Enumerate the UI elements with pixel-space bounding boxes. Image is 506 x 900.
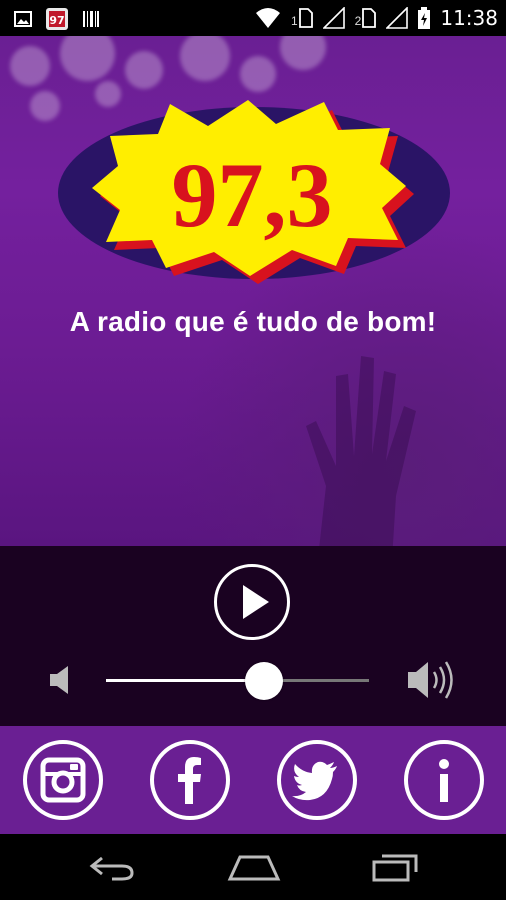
speaker-loud-icon[interactable] bbox=[406, 658, 458, 702]
volume-slider-thumb[interactable] bbox=[244, 662, 283, 700]
bokeh-light bbox=[240, 56, 276, 92]
battery-icon bbox=[418, 7, 431, 29]
raised-hand-silhouette bbox=[306, 356, 416, 546]
bokeh-light bbox=[280, 36, 326, 70]
volume-slider-track[interactable] bbox=[106, 679, 369, 682]
home-icon[interactable] bbox=[226, 852, 282, 882]
svg-text:97: 97 bbox=[49, 14, 64, 27]
sim2-label: 2 bbox=[354, 14, 362, 28]
sim1-icon bbox=[298, 8, 313, 28]
bokeh-light bbox=[125, 51, 163, 89]
clock: 11:38 bbox=[440, 6, 498, 30]
wifi-icon bbox=[255, 8, 280, 28]
bokeh-light bbox=[180, 36, 230, 81]
sim2-icon bbox=[362, 8, 377, 28]
info-icon bbox=[439, 759, 449, 802]
hero-banner: 97,3 A radio que é tudo de bom! bbox=[0, 36, 506, 546]
recents-icon[interactable] bbox=[370, 852, 422, 882]
navigation-bar bbox=[0, 834, 506, 900]
status-bar: 97 1 2 11:38 bbox=[0, 0, 506, 36]
facebook-icon bbox=[178, 757, 201, 804]
frequency-text: 97,3 bbox=[172, 144, 333, 246]
signal1-icon bbox=[322, 7, 345, 29]
back-icon[interactable] bbox=[88, 852, 138, 882]
instagram-icon bbox=[40, 757, 86, 803]
info-button[interactable] bbox=[404, 740, 484, 820]
sim1-label: 1 bbox=[290, 14, 298, 28]
barcode-icon bbox=[83, 11, 99, 27]
bokeh-light bbox=[10, 46, 50, 86]
social-bar bbox=[0, 726, 506, 834]
twitter-icon bbox=[292, 761, 337, 801]
station-logo: 97,3 bbox=[58, 100, 450, 284]
facebook-button[interactable] bbox=[150, 740, 230, 820]
tagline: A radio que é tudo de bom! bbox=[69, 306, 437, 337]
play-icon bbox=[243, 585, 269, 619]
app-notification-icon: 97 bbox=[46, 8, 68, 30]
instagram-button[interactable] bbox=[23, 740, 103, 820]
player-controls bbox=[0, 546, 506, 726]
bokeh-light bbox=[60, 36, 115, 81]
image-icon bbox=[14, 11, 32, 27]
volume-slider-fill bbox=[106, 679, 264, 682]
speaker-mute-icon[interactable] bbox=[48, 664, 74, 696]
twitter-button[interactable] bbox=[277, 740, 357, 820]
play-button[interactable] bbox=[214, 564, 290, 640]
signal2-icon bbox=[386, 7, 409, 29]
